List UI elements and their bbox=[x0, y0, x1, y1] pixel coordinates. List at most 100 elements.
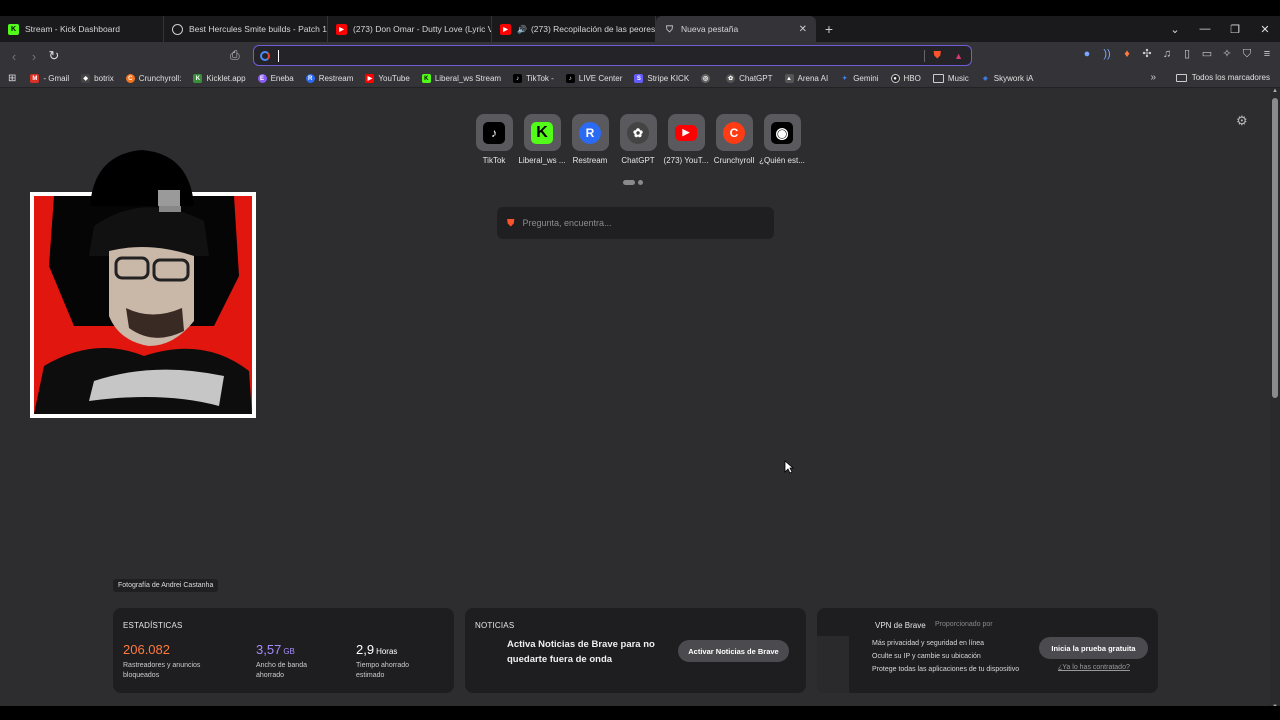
tiktok-icon: ♪ bbox=[565, 74, 575, 83]
youtube-icon: ▶ bbox=[336, 23, 347, 35]
address-bar[interactable]: ⛊ ▲ bbox=[253, 45, 972, 66]
kick-icon: K bbox=[421, 74, 431, 83]
bookmark-unlabeled[interactable]: ◎ bbox=[701, 74, 714, 83]
restream-icon: R bbox=[305, 74, 315, 83]
brave-shields-icon[interactable]: ⛊ bbox=[934, 50, 942, 61]
page-dot[interactable] bbox=[638, 180, 643, 185]
tab-smite-builds[interactable]: Best Hercules Smite builds - Patch 12 bbox=[164, 16, 328, 42]
top-site-liberal[interactable]: K Liberal_ws ... bbox=[518, 114, 566, 165]
bookmark-chatgpt[interactable]: ✿ ChatGPT bbox=[726, 74, 773, 83]
wifi-icon[interactable]: )) bbox=[1100, 47, 1114, 61]
scrollbar-thumb[interactable] bbox=[1272, 98, 1278, 398]
tab-title: Stream - Kick Dashboard bbox=[25, 24, 120, 34]
sidebar-icon[interactable]: ▯ bbox=[1180, 47, 1194, 61]
all-bookmarks-folder[interactable]: Todos los marcadores bbox=[1175, 73, 1270, 82]
botrix-icon: ◆ bbox=[81, 74, 91, 83]
text-caret bbox=[278, 49, 279, 62]
more-bookmarks-icon[interactable]: » bbox=[1150, 72, 1156, 83]
kicklet-icon: K bbox=[193, 74, 203, 83]
bookmark-skywork[interactable]: ◈ Skywork iA bbox=[981, 74, 1033, 83]
bookmark-kicklet[interactable]: K Kicklet.app bbox=[193, 74, 246, 83]
top-site-restream[interactable]: R Restream bbox=[566, 114, 614, 165]
top-site-chatgpt[interactable]: ✿ ChatGPT bbox=[614, 114, 662, 165]
wallet-icon[interactable]: ▭ bbox=[1200, 47, 1214, 61]
all-bookmarks-label: Todos los marcadores bbox=[1191, 73, 1270, 82]
apps-grid-icon[interactable]: ⊞ bbox=[8, 73, 16, 84]
youtube-icon: ▶ bbox=[675, 124, 697, 141]
bookmark-gmail[interactable]: M- Gmail bbox=[30, 74, 69, 83]
top-site-label: Liberal_ws ... bbox=[518, 156, 566, 165]
google-icon bbox=[260, 50, 270, 61]
globe-icon bbox=[172, 23, 183, 35]
leo-ai-icon[interactable]: ✧ bbox=[1220, 47, 1234, 61]
back-icon[interactable]: ‹ bbox=[4, 49, 24, 64]
tab-search-icon[interactable]: ⌄ bbox=[1160, 23, 1190, 36]
bookmark-stripe-kick[interactable]: S Stripe KICK bbox=[634, 74, 689, 83]
puzzle-icon[interactable]: ✣ bbox=[1140, 47, 1154, 61]
bookmark-gemini[interactable]: ✦ Gemini bbox=[840, 74, 878, 83]
bookmark-tiktok[interactable]: ♪ TikTok - bbox=[513, 74, 554, 83]
bookmark-hbo[interactable]: ● HBO bbox=[890, 74, 921, 83]
vpn-icon[interactable]: ⛉ bbox=[1240, 47, 1254, 61]
bookmark-folder-music[interactable]: Music bbox=[932, 74, 969, 83]
music-icon[interactable]: ♫ bbox=[1160, 47, 1174, 61]
bookmark-eneba[interactable]: E Eneba bbox=[257, 74, 294, 83]
top-site-crunchyroll[interactable]: C Crunchyroll bbox=[710, 114, 758, 165]
close-window-button[interactable]: ✕ bbox=[1250, 23, 1280, 36]
close-tab-icon[interactable]: ✕ bbox=[799, 24, 807, 35]
webcam-video bbox=[34, 196, 252, 414]
tiktok-icon: ♪ bbox=[483, 121, 505, 144]
top-sites-pagination[interactable] bbox=[623, 180, 643, 185]
scrollbar[interactable]: ▲ ▼ bbox=[1270, 88, 1280, 710]
stat-time-desc: Tiempo ahorrado estimado bbox=[356, 662, 410, 679]
new-tab-button[interactable]: + bbox=[816, 21, 842, 37]
bookmark-label: Kicklet.app bbox=[206, 74, 246, 83]
tab-title: Best Hercules Smite builds - Patch 12 bbox=[189, 24, 328, 34]
bookmark-crunchyroll[interactable]: C Crunchyroll: bbox=[125, 74, 181, 83]
tab-recopilacion[interactable]: ▶ 🔊 (273) Recopilación de las peores bbox=[492, 16, 656, 42]
tab-don-omar[interactable]: ▶ (273) Don Omar - Dutty Love (Lyric V bbox=[328, 16, 492, 42]
bookmark-restream[interactable]: R Restream bbox=[305, 74, 354, 83]
brave-rewards-icon[interactable]: ▲ bbox=[954, 51, 963, 61]
tab-title: (273) Don Omar - Dutty Love (Lyric V bbox=[353, 24, 492, 34]
maximize-button[interactable]: ❐ bbox=[1220, 23, 1250, 36]
forward-icon[interactable]: › bbox=[24, 49, 44, 64]
bookmark-label: Gemini bbox=[853, 74, 879, 83]
photo-credit[interactable]: Fotografía de Andrei Castanha bbox=[113, 579, 219, 592]
bookmark-label: Restream bbox=[318, 74, 354, 83]
bookmark-liberal-stream[interactable]: K Liberal_ws Stream bbox=[421, 74, 501, 83]
minimize-button[interactable]: — bbox=[1190, 23, 1220, 35]
bookmark-live-center[interactable]: ♪ LIVE Center bbox=[565, 74, 622, 83]
bookmark-label: Stripe KICK bbox=[647, 74, 690, 83]
youtube-icon: ▶ bbox=[365, 74, 375, 83]
stat-bandwidth-unit: GB bbox=[283, 647, 295, 656]
top-site-tiktok[interactable]: ♪ TikTok bbox=[470, 114, 518, 165]
scroll-up-icon[interactable]: ▲ bbox=[1272, 88, 1278, 94]
bookmark-arena-ai[interactable]: ▲ Arena AI bbox=[784, 74, 828, 83]
bookmark-botrix[interactable]: ◆ botrix bbox=[81, 74, 114, 83]
page-dot-active[interactable] bbox=[623, 180, 635, 185]
top-site-label: Restream bbox=[572, 156, 608, 165]
bookmark-icon[interactable]: ⎙ bbox=[230, 48, 240, 63]
customize-gear-icon[interactable]: ⚙ bbox=[1236, 113, 1248, 129]
reload-icon[interactable]: ↻ bbox=[44, 48, 64, 64]
kick-icon: K bbox=[8, 23, 19, 35]
tab-nueva-pestana[interactable]: ⛉ Nueva pestaña ✕ bbox=[656, 16, 816, 42]
tab-kick-dashboard[interactable]: K Stream - Kick Dashboard bbox=[0, 16, 164, 42]
stat-time: 2,9 Horas Tiempo ahorrado estimado bbox=[356, 641, 426, 681]
start-trial-button[interactable]: Inicia la prueba gratuita bbox=[1039, 637, 1148, 659]
search-box[interactable]: ⛊ Pregunta, encuentra... bbox=[497, 207, 774, 239]
already-subscribed-link[interactable]: ¿Ya lo has contratado? bbox=[1058, 664, 1130, 671]
stat-bandwidth-value: 3,57 bbox=[256, 642, 282, 657]
bookmark-youtube[interactable]: ▶ YouTube bbox=[365, 74, 410, 83]
top-site-youtube[interactable]: ▶ (273) YouT... bbox=[662, 114, 710, 165]
speaker-icon[interactable]: 🔊 bbox=[517, 25, 527, 34]
vpn-feature: Más privacidad y seguridad en línea bbox=[872, 640, 985, 647]
profile-icon[interactable]: ● bbox=[1080, 47, 1094, 61]
extension-icon[interactable]: ♦ bbox=[1120, 47, 1134, 61]
top-site-label: (273) YouT... bbox=[663, 156, 709, 165]
bookmark-label: - Gmail bbox=[43, 74, 70, 83]
menu-icon[interactable]: ≡ bbox=[1260, 47, 1274, 61]
activate-news-button[interactable]: Activar Noticias de Brave bbox=[678, 640, 789, 662]
top-site-quien[interactable]: ◉ ¿Quién est... bbox=[758, 114, 806, 165]
